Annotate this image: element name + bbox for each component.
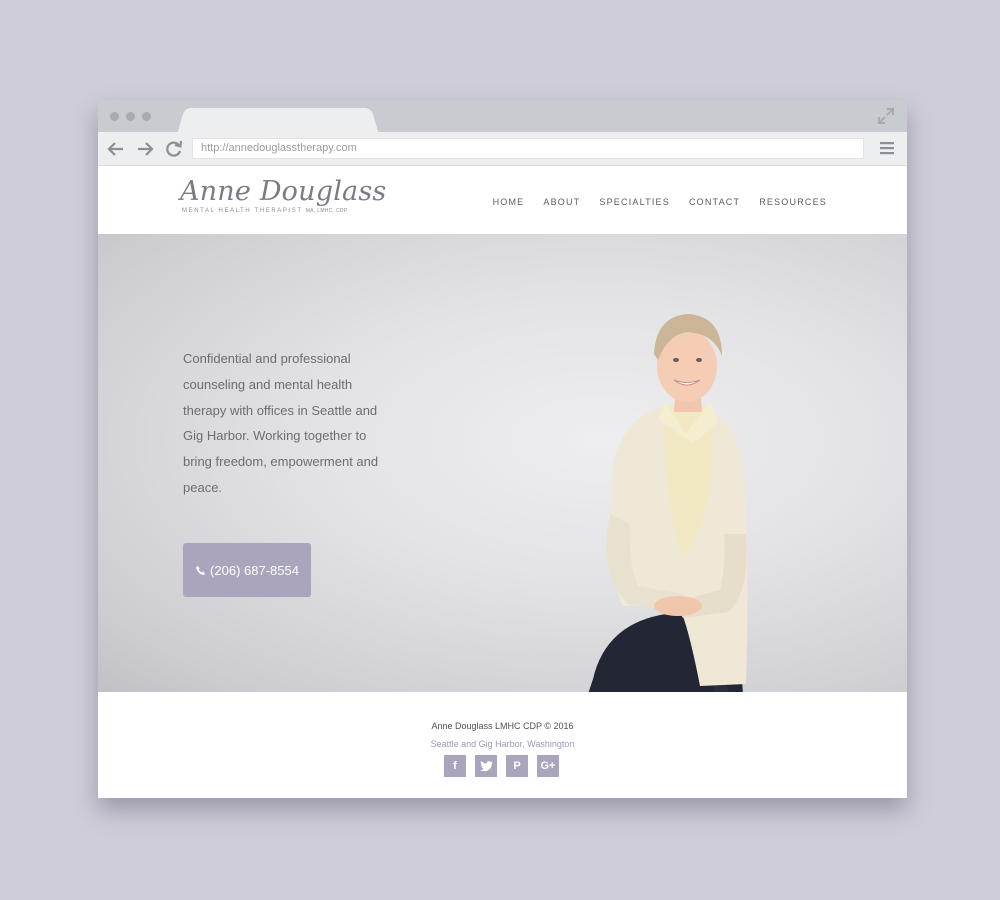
nav-home[interactable]: HOME bbox=[493, 197, 525, 207]
nav-specialties[interactable]: SPECIALTIES bbox=[599, 197, 670, 207]
browser-titlebar bbox=[98, 100, 907, 134]
social-links: f P G+ bbox=[444, 755, 559, 777]
nav-contact[interactable]: CONTACT bbox=[689, 197, 740, 207]
phone-number: (206) 687-8554 bbox=[210, 562, 299, 578]
site-header: Anne Douglass MENTAL HEALTH THERAPIST MA… bbox=[98, 166, 907, 234]
site-logo[interactable]: Anne Douglass MENTAL HEALTH THERAPIST MA… bbox=[178, 176, 386, 222]
browser-tab[interactable] bbox=[188, 108, 368, 134]
back-arrow-icon[interactable] bbox=[107, 140, 125, 158]
address-bar[interactable]: http://annedouglasstherapy.com bbox=[192, 138, 864, 159]
main-nav: HOME ABOUT SPECIALTIES CONTACT RESOURCES bbox=[493, 197, 827, 207]
nav-resources[interactable]: RESOURCES bbox=[759, 197, 827, 207]
window-minimize-dot[interactable] bbox=[126, 112, 135, 121]
forward-arrow-icon[interactable] bbox=[136, 140, 154, 158]
reload-icon[interactable] bbox=[165, 140, 183, 158]
twitter-icon[interactable] bbox=[475, 755, 497, 777]
browser-window: http://annedouglasstherapy.com Anne Doug… bbox=[98, 100, 907, 798]
logo-name: Anne Douglass bbox=[180, 176, 387, 207]
nav-about[interactable]: ABOUT bbox=[543, 197, 580, 207]
hero-section: Confidential and professional counseling… bbox=[98, 234, 907, 692]
site-footer: Anne Douglass LMHC CDP © 2016 Seattle an… bbox=[98, 692, 907, 798]
footer-location: Seattle and Gig Harbor, Washington bbox=[430, 739, 575, 749]
pinterest-icon[interactable]: P bbox=[506, 755, 528, 777]
hamburger-menu-icon[interactable] bbox=[879, 140, 895, 156]
browser-toolbar: http://annedouglasstherapy.com bbox=[98, 132, 907, 166]
fullscreen-icon[interactable] bbox=[877, 107, 895, 125]
therapist-portrait bbox=[588, 314, 748, 692]
window-maximize-dot[interactable] bbox=[142, 112, 151, 121]
window-close-dot[interactable] bbox=[110, 112, 119, 121]
footer-copyright: Anne Douglass LMHC CDP © 2016 bbox=[431, 721, 574, 731]
phone-icon bbox=[195, 565, 206, 575]
google-plus-icon[interactable]: G+ bbox=[537, 755, 559, 777]
logo-subtitle: MENTAL HEALTH THERAPIST MA, LMHC, CDP bbox=[182, 208, 348, 214]
facebook-icon[interactable]: f bbox=[444, 755, 466, 777]
hero-text: Confidential and professional counseling… bbox=[183, 351, 379, 495]
phone-call-button[interactable]: (206) 687-8554 bbox=[183, 543, 311, 597]
